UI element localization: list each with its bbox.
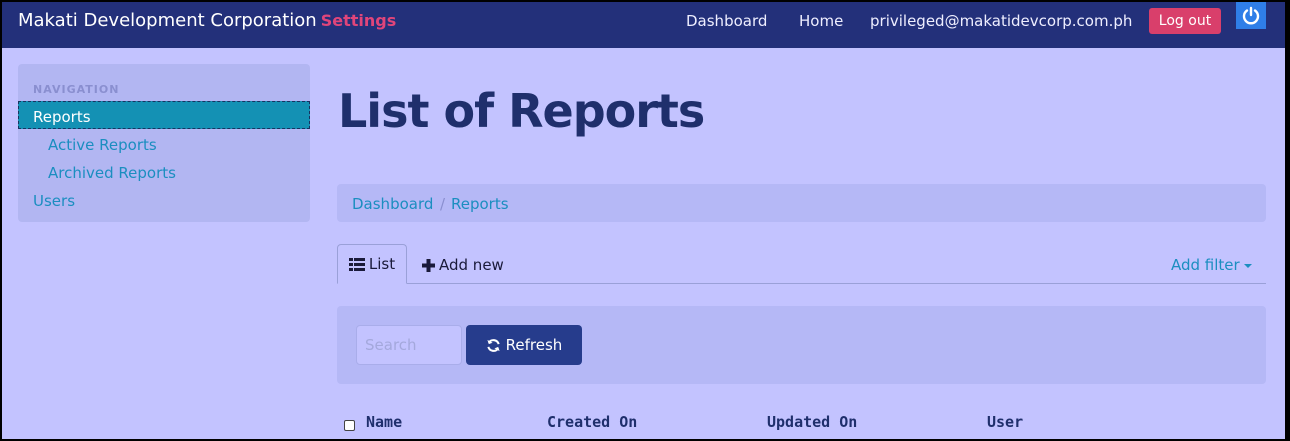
- page-title: List of Reports: [338, 84, 705, 138]
- app-window: Makati Development Corporation Settings D…: [2, 2, 1285, 439]
- sidebar-heading: NAVIGATION: [33, 83, 120, 96]
- list-icon: [348, 257, 365, 271]
- power-icon: [1242, 6, 1260, 24]
- add-filter-dropdown[interactable]: Add filter: [1171, 256, 1252, 274]
- sidebar-item-archived-reports[interactable]: Archived Reports: [48, 164, 176, 182]
- column-header-name[interactable]: Name: [366, 413, 402, 431]
- caret-down-icon: [1243, 263, 1252, 268]
- plus-icon: [422, 258, 435, 272]
- sidebar-item-users[interactable]: Users: [33, 192, 75, 210]
- refresh-icon: [487, 338, 500, 352]
- nav-link-dashboard[interactable]: Dashboard: [686, 12, 767, 30]
- select-all-checkbox[interactable]: [344, 420, 355, 431]
- tab-add-new-label: Add new: [439, 256, 504, 274]
- sidebar-item-reports[interactable]: Reports: [18, 101, 310, 129]
- logout-button[interactable]: Log out: [1149, 8, 1221, 34]
- sidebar-item-active-reports[interactable]: Active Reports: [48, 136, 157, 154]
- nav-link-user-email[interactable]: privileged@makatidevcorp.com.ph: [870, 12, 1132, 30]
- tabs-divider: [337, 283, 1266, 284]
- power-button[interactable]: [1236, 2, 1266, 29]
- tab-add-new[interactable]: Add new: [422, 256, 504, 274]
- nav-link-home[interactable]: Home: [799, 12, 843, 30]
- tab-list-label: List: [368, 255, 396, 273]
- breadcrumb-reports[interactable]: Reports: [451, 195, 509, 213]
- column-header-user[interactable]: User: [987, 413, 1023, 431]
- add-filter-label: Add filter: [1171, 256, 1240, 274]
- brand-name: Makati Development Corporation: [18, 10, 317, 31]
- filter-panel: Refresh: [337, 306, 1266, 384]
- brand[interactable]: Makati Development Corporation Settings: [18, 10, 396, 31]
- top-navbar: Makati Development Corporation Settings D…: [2, 2, 1285, 48]
- column-header-created-on[interactable]: Created On: [547, 413, 637, 431]
- column-header-updated-on[interactable]: Updated On: [767, 413, 857, 431]
- breadcrumb-separator: /: [440, 195, 446, 213]
- brand-accent: Settings: [320, 11, 397, 30]
- breadcrumb: Dashboard / Reports: [337, 184, 1266, 222]
- refresh-label: Refresh: [505, 336, 563, 354]
- tab-list[interactable]: List: [337, 244, 407, 284]
- sidebar: NAVIGATION Reports Active Reports Archiv…: [18, 64, 310, 222]
- refresh-button[interactable]: Refresh: [466, 325, 582, 365]
- breadcrumb-dashboard[interactable]: Dashboard: [352, 195, 433, 213]
- search-input[interactable]: [356, 325, 462, 365]
